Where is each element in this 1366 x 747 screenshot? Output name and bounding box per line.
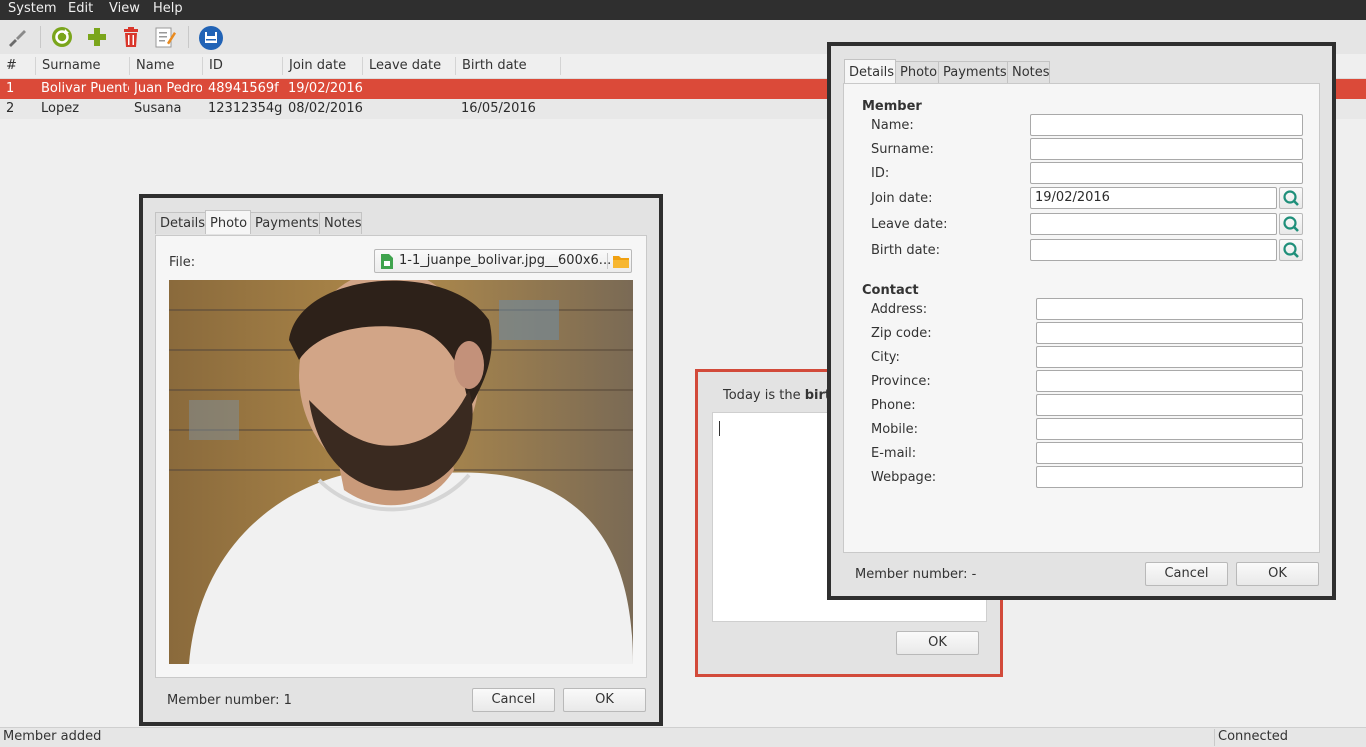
backup-icon[interactable] [198, 25, 223, 50]
email-field[interactable] [1036, 442, 1303, 464]
tab-payments[interactable]: Payments [938, 61, 1008, 83]
address-field[interactable] [1036, 298, 1303, 320]
leave-date-picker-button[interactable] [1279, 213, 1303, 235]
edit-icon[interactable] [153, 25, 177, 49]
status-bar: Member added Connected [0, 727, 1366, 747]
tab-details[interactable]: Details [844, 59, 896, 83]
birth-date-field[interactable] [1030, 239, 1277, 261]
refresh-icon[interactable] [50, 25, 74, 49]
birth-date-label: Birth date: [871, 243, 941, 258]
name-label: Name: [871, 118, 914, 133]
join-date-field[interactable]: 19/02/2016 [1030, 187, 1277, 209]
column-header-surname[interactable]: Surname [42, 58, 100, 73]
status-message: Member added [3, 729, 102, 744]
member-number-label: Member number: - [855, 567, 977, 582]
member-heading: Member [862, 99, 922, 114]
phone-field[interactable] [1036, 394, 1303, 416]
details-panel: Member Name: Surname: ID: Join date: 19/… [843, 83, 1320, 553]
toolbar-separator [188, 26, 189, 48]
province-field[interactable] [1036, 370, 1303, 392]
brush-icon[interactable] [5, 25, 29, 49]
member-photo [169, 280, 633, 664]
id-field[interactable] [1030, 162, 1303, 184]
search-icon [1283, 190, 1299, 206]
cell-join-date: 19/02/2016 [288, 81, 363, 96]
zip-code-label: Zip code: [871, 326, 932, 341]
column-header-birth-date[interactable]: Birth date [462, 58, 527, 73]
birthday-message: Today is the birth [723, 388, 840, 403]
tab-notes[interactable]: Notes [319, 212, 362, 234]
cell-join-date: 08/02/2016 [288, 101, 363, 116]
member-dialog-details: Details Photo Payments Notes Member Name… [827, 42, 1336, 600]
add-icon[interactable] [85, 25, 109, 49]
leave-date-label: Leave date: [871, 217, 948, 232]
text-cursor [719, 421, 720, 436]
folder-icon [613, 256, 629, 268]
cell-surname: Bolivar Puente [41, 81, 129, 96]
email-label: E-mail: [871, 446, 917, 461]
delete-icon[interactable] [119, 25, 143, 49]
member-dialog-photo: Details Photo Payments Notes File: 1-1_j… [139, 194, 663, 726]
image-file-icon [381, 254, 393, 269]
cell-number: 1 [6, 81, 15, 96]
tab-details[interactable]: Details [155, 212, 206, 234]
cancel-button[interactable]: Cancel [1145, 562, 1228, 586]
menu-edit[interactable]: Edit [68, 1, 93, 16]
birthday-message-prefix: Today is the [723, 388, 805, 403]
mobile-label: Mobile: [871, 422, 919, 437]
search-icon [1283, 216, 1299, 232]
column-header-number[interactable]: # [6, 58, 17, 73]
menu-bar: System Edit View Help [0, 0, 1366, 20]
search-icon [1283, 242, 1299, 258]
join-date-label: Join date: [871, 191, 933, 206]
file-label: File: [169, 255, 196, 270]
cell-surname: Lopez [41, 101, 80, 116]
cell-birth-date: 16/05/2016 [461, 101, 536, 116]
column-header-join-date[interactable]: Join date [289, 58, 346, 73]
city-label: City: [871, 350, 900, 365]
surname-label: Surname: [871, 142, 934, 157]
webpage-field[interactable] [1036, 466, 1303, 488]
phone-label: Phone: [871, 398, 916, 413]
mobile-field[interactable] [1036, 418, 1303, 440]
column-header-leave-date[interactable]: Leave date [369, 58, 441, 73]
file-chooser-button[interactable]: 1-1_juanpe_bolivar.jpg__600x6... [374, 249, 632, 273]
column-header-id[interactable]: ID [209, 58, 223, 73]
surname-field[interactable] [1030, 138, 1303, 160]
cell-id: 12312354g [208, 101, 282, 116]
birth-date-picker-button[interactable] [1279, 239, 1303, 261]
name-field[interactable] [1030, 114, 1303, 136]
ok-button[interactable]: OK [896, 631, 979, 655]
cell-name: Susana [134, 101, 182, 116]
menu-view[interactable]: View [109, 1, 140, 16]
tab-notes[interactable]: Notes [1007, 61, 1050, 83]
member-number-label: Member number: 1 [167, 693, 292, 708]
menu-system[interactable]: System [8, 1, 56, 16]
city-field[interactable] [1036, 346, 1303, 368]
contact-heading: Contact [862, 283, 919, 298]
column-header-name[interactable]: Name [136, 58, 174, 73]
cell-number: 2 [6, 101, 15, 116]
zip-code-field[interactable] [1036, 322, 1303, 344]
ok-button[interactable]: OK [1236, 562, 1319, 586]
photo-panel: File: 1-1_juanpe_bolivar.jpg__600x6... [155, 235, 647, 678]
file-name: 1-1_juanpe_bolivar.jpg__600x6... [399, 253, 612, 268]
tab-payments[interactable]: Payments [250, 212, 320, 234]
cell-name: Juan Pedro [134, 81, 202, 96]
webpage-label: Webpage: [871, 470, 937, 485]
ok-button[interactable]: OK [563, 688, 646, 712]
cell-id: 48941569f [208, 81, 279, 96]
leave-date-field[interactable] [1030, 213, 1277, 235]
join-date-picker-button[interactable] [1279, 187, 1303, 209]
menu-help[interactable]: Help [153, 1, 183, 16]
connection-status: Connected [1218, 729, 1289, 744]
cancel-button[interactable]: Cancel [472, 688, 555, 712]
tab-photo[interactable]: Photo [895, 61, 939, 83]
province-label: Province: [871, 374, 931, 389]
tab-photo[interactable]: Photo [205, 210, 251, 234]
toolbar-separator [40, 26, 41, 48]
address-label: Address: [871, 302, 928, 317]
id-label: ID: [871, 166, 890, 181]
